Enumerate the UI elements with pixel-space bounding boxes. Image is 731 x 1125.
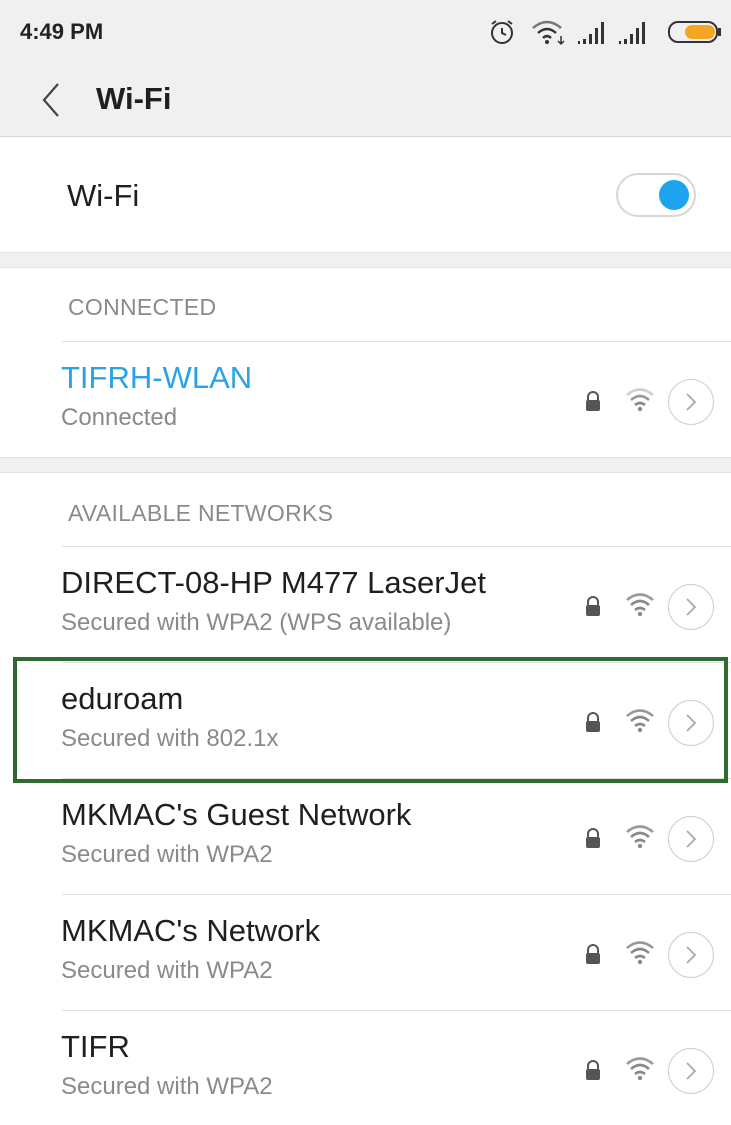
wifi-signal-icon <box>626 593 654 617</box>
wifi-toggle-label: Wi-Fi <box>67 178 140 213</box>
network-name: MKMAC's Network <box>61 913 321 948</box>
network-name: TIFR <box>61 1029 130 1064</box>
network-name: eduroam <box>61 681 184 716</box>
available-section-header: AVAILABLE NETWORKS <box>68 500 334 526</box>
network-row[interactable]: MKMAC's Guest Network Secured with WPA2 <box>0 779 731 893</box>
network-security: Secured with WPA2 <box>61 841 273 868</box>
connected-network-row[interactable]: TIFRH-WLAN Connected <box>0 342 731 456</box>
network-details-button[interactable] <box>668 584 714 630</box>
chevron-right-icon <box>686 714 697 732</box>
lock-icon <box>586 712 600 732</box>
network-status: Connected <box>61 404 178 431</box>
lock-icon <box>586 596 600 616</box>
network-details-button[interactable] <box>668 932 714 978</box>
chevron-right-icon <box>686 946 697 964</box>
connected-section-header: CONNECTED <box>68 294 217 320</box>
status-bar: 4:49 PM <box>0 0 731 64</box>
wifi-toggle-switch[interactable] <box>616 173 696 217</box>
wifi-toggle-row[interactable]: Wi-Fi <box>0 137 731 252</box>
chevron-right-icon <box>686 1062 697 1080</box>
chevron-right-icon <box>686 830 697 848</box>
network-name: DIRECT-08-HP M477 LaserJet <box>61 565 486 600</box>
lock-icon <box>586 944 600 964</box>
signal-icon <box>619 22 645 44</box>
network-details-button[interactable] <box>668 700 714 746</box>
wifi-signal-icon <box>626 941 654 965</box>
lock-icon <box>586 828 600 848</box>
network-row[interactable]: MKMAC's Network Secured with WPA2 <box>0 895 731 1009</box>
battery-icon <box>668 21 721 43</box>
wifi-signal-icon <box>626 1057 654 1081</box>
page-title: Wi-Fi <box>96 81 172 116</box>
network-row[interactable]: DIRECT-08-HP M477 LaserJet Secured with … <box>0 547 731 661</box>
wifi-signal-icon <box>626 388 654 412</box>
network-details-button[interactable] <box>668 379 714 425</box>
wifi-status-icon <box>532 20 565 46</box>
wifi-signal-icon <box>626 825 654 849</box>
wifi-signal-icon <box>626 709 654 733</box>
signal-icon <box>578 22 604 44</box>
network-name: TIFRH-WLAN <box>61 360 253 395</box>
network-security: Secured with WPA2 <box>61 957 273 984</box>
network-name: MKMAC's Guest Network <box>61 797 412 832</box>
lock-icon <box>586 391 600 411</box>
lock-icon <box>586 1060 600 1080</box>
back-button[interactable] <box>34 78 70 122</box>
status-time: 4:49 PM <box>20 19 104 44</box>
section-gap <box>0 252 731 268</box>
toggle-knob <box>659 180 689 210</box>
network-details-button[interactable] <box>668 816 714 862</box>
alarm-icon <box>491 20 513 44</box>
network-row[interactable]: TIFR Secured with WPA2 <box>0 1011 731 1125</box>
top-bar: Wi-Fi <box>0 64 731 137</box>
network-security: Secured with 802.1x <box>61 725 279 752</box>
network-details-button[interactable] <box>668 1048 714 1094</box>
chevron-right-icon <box>686 393 697 411</box>
network-row[interactable]: eduroam Secured with 802.1x <box>0 663 731 777</box>
network-security: Secured with WPA2 <box>61 1073 273 1100</box>
chevron-right-icon <box>686 598 697 616</box>
chevron-left-icon <box>42 83 59 117</box>
section-gap <box>0 457 731 473</box>
network-security: Secured with WPA2 (WPS available) <box>61 609 452 636</box>
